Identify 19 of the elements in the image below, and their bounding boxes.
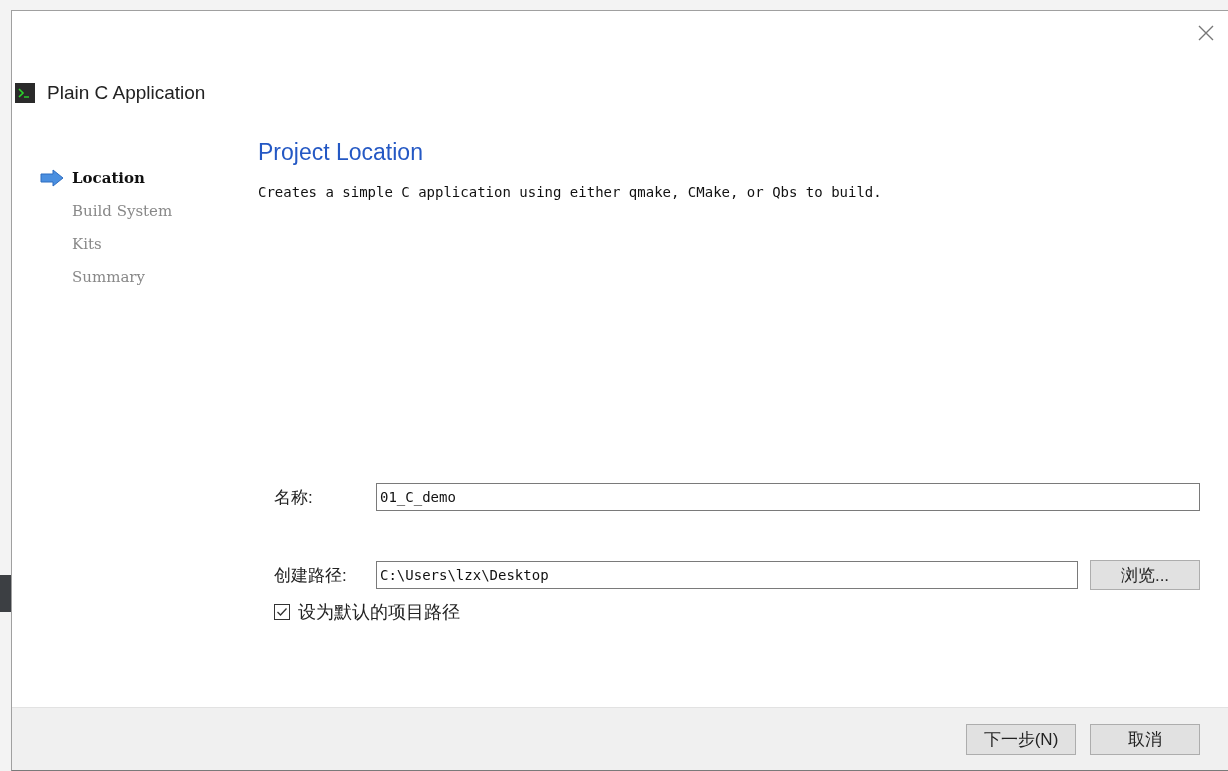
dialog-button[interactable]: 取消 <box>1090 723 1200 755</box>
name-field[interactable]: 01_C_demo <box>376 483 1200 511</box>
page-title: Project Location <box>258 139 424 166</box>
page-description: Creates a simple C application using either qmake, CMake, or Qbs to build. <box>258 184 883 200</box>
field-label: 创建路径: <box>274 564 348 587</box>
dialog-button[interactable]: 下一步(N) <box>966 723 1076 755</box>
window-title: Plain C Application <box>47 82 206 104</box>
step-label: Kits <box>72 235 102 253</box>
step-label: Summary <box>72 268 145 286</box>
close-icon[interactable] <box>1196 23 1216 43</box>
browse-button[interactable]: 浏览... <box>1090 560 1200 590</box>
checkbox[interactable] <box>274 604 290 620</box>
step-label: Build System <box>72 202 173 220</box>
checkmark-icon <box>276 606 288 618</box>
step-label: Location <box>72 169 145 187</box>
terminal-icon <box>15 83 35 103</box>
field-label: 名称: <box>274 486 314 509</box>
checkbox-label: 设为默认的项目路径 <box>298 601 460 624</box>
path-field[interactable]: C:\Users\lzx\Desktop <box>376 561 1078 589</box>
